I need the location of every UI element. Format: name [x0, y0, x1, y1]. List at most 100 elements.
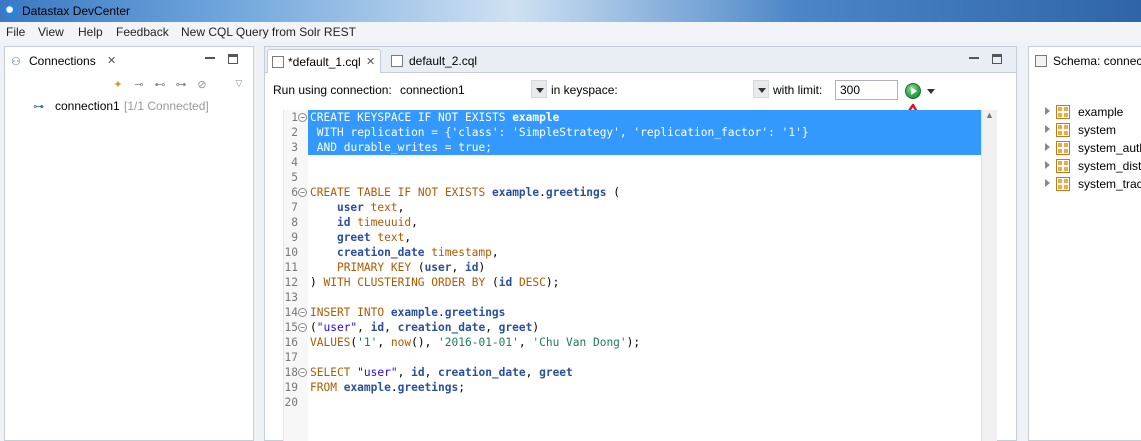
fold-toggle-icon[interactable]: − [298, 188, 307, 197]
code-line: 3 AND durable_writes = true; [284, 140, 984, 155]
line-number: 9 [291, 231, 298, 244]
minimize-icon[interactable] [969, 53, 979, 59]
run-using-connection-label: Run using connection: [273, 83, 392, 97]
code-text: CREATE KEYSPACE IF NOT EXISTS example [310, 111, 560, 124]
line-number: 16 [284, 336, 298, 349]
cql-editor[interactable]: ▲ 1− CREATE KEYSPACE IF NOT EXISTS exampl… [283, 110, 997, 441]
line-number: 11 [284, 261, 298, 274]
expand-chevron-right-icon[interactable] [1045, 125, 1050, 133]
code-line: 8 id timeuuid, [284, 215, 984, 230]
code-text: INSERT INTO example.greetings [310, 306, 506, 319]
keyspace-icon [1056, 105, 1070, 119]
keyspace-name: system_distr [1078, 159, 1141, 173]
line-number: 14 [284, 306, 298, 319]
schema-icon [1035, 55, 1047, 67]
expand-chevron-right-icon[interactable] [1045, 179, 1050, 187]
keyspace-icon [1056, 177, 1070, 191]
code-line: 7 user text, [284, 200, 984, 215]
line-number: 5 [291, 171, 298, 184]
code-line: 18− SELECT "user", id, creation_date, gre… [284, 365, 984, 380]
schema-view: Schema: connect example system system_auth… [1028, 46, 1141, 441]
code-line: 4 [284, 155, 984, 170]
code-line: 10 creation_date timestamp, [284, 245, 984, 260]
limit-input[interactable]: 300 [835, 80, 898, 100]
menu-feedback[interactable]: Feedback [116, 25, 169, 39]
code-text: PRIMARY KEY (user, id) [336, 261, 486, 274]
connection-status: [1/1 Connected] [124, 99, 209, 113]
disconnect-icon[interactable]: ⊷ [152, 78, 168, 92]
menu-file[interactable]: File [6, 25, 25, 39]
cql-file-icon [272, 56, 284, 68]
line-number: 17 [284, 351, 298, 364]
keyspace-icon [1056, 123, 1070, 137]
tab-default-2[interactable]: default_2.cql [389, 49, 489, 73]
keyspace-icon [1056, 141, 1070, 155]
line-number: 19 [284, 381, 298, 394]
scroll-up-arrow-icon[interactable]: ▲ [982, 110, 997, 124]
expand-chevron-right-icon[interactable] [1045, 107, 1050, 115]
fold-toggle-icon[interactable]: − [298, 113, 307, 122]
code-text: id timeuuid, [336, 216, 418, 229]
code-text: ) WITH CLUSTERING ORDER BY (id DESC); [310, 276, 560, 289]
code-text: WITH replication = {'class': 'SimpleStra… [316, 126, 809, 139]
cql-file-icon [391, 55, 403, 67]
fold-toggle-icon[interactable]: − [298, 368, 307, 377]
keyspace-dropdown-arrow-icon[interactable] [753, 80, 769, 98]
keyspace-name: system_auth [1078, 141, 1141, 155]
fold-toggle-icon[interactable]: − [298, 323, 307, 332]
menu-bar: File View Help Feedback New CQL Query fr… [0, 22, 1141, 42]
execute-menu-chevron-down-icon[interactable] [927, 89, 935, 94]
remove-connection-icon[interactable]: ⊶ [173, 78, 189, 92]
code-line: 5 [284, 170, 984, 185]
code-line: 9 greet text, [284, 230, 984, 245]
connections-view: ⚇ Connections ✕ ✦ ⊸ ⊷ ⊶ ⊘ ▽ ⊶ connection… [4, 46, 254, 441]
tab-default-1[interactable]: *default_1.cql ✕ [267, 49, 381, 73]
minimize-icon[interactable] [205, 53, 215, 59]
new-connection-icon[interactable]: ✦ [110, 78, 126, 92]
menu-new-cql-query-from-solr-rest[interactable]: New CQL Query from Solr REST [181, 25, 356, 39]
connection-icon: ⊶ [33, 101, 44, 113]
connections-icon: ⚇ [11, 56, 21, 68]
code-line: 19 FROM example.greetings; [284, 380, 984, 395]
connection-settings-icon[interactable]: ⊘ [194, 78, 210, 92]
keyspace-icon [1056, 159, 1070, 173]
connection-name: connection1 [55, 99, 120, 113]
expand-chevron-right-icon[interactable] [1045, 143, 1050, 151]
menu-view[interactable]: View [38, 25, 64, 39]
devcenter-logo-icon [4, 4, 18, 18]
code-text: FROM example.greetings; [310, 381, 465, 394]
code-line: 17 [284, 350, 984, 365]
line-number: 12 [284, 276, 298, 289]
tab-schema[interactable]: Schema: connect [1031, 49, 1141, 73]
fold-toggle-icon[interactable]: − [298, 308, 307, 317]
line-number: 3 [291, 141, 298, 154]
maximize-icon[interactable] [992, 54, 1002, 64]
line-number: 10 [284, 246, 298, 259]
code-line: 11 PRIMARY KEY (user, id) [284, 260, 984, 275]
schema-tabbar: Schema: connect [1029, 47, 1141, 73]
editor-tabbar: *default_1.cql ✕ default_2.cql [265, 47, 1016, 73]
connection-dropdown-arrow-icon[interactable] [531, 80, 547, 98]
code-line: 16 VALUES('1', now(), '2016-01-01', 'Chu … [284, 335, 984, 350]
connections-tabbar: ⚇ Connections ✕ [5, 47, 253, 73]
close-icon[interactable]: ✕ [107, 54, 116, 67]
editor-view: *default_1.cql ✕ default_2.cql Run using… [264, 46, 1017, 441]
expand-chevron-right-icon[interactable] [1045, 161, 1050, 169]
close-icon[interactable]: ✕ [366, 55, 375, 68]
maximize-icon[interactable] [228, 54, 238, 64]
line-number: 18 [284, 366, 298, 379]
line-number: 7 [291, 201, 298, 214]
line-number: 15 [284, 321, 298, 334]
code-line: 15− ("user", id, creation_date, greet) [284, 320, 984, 335]
code-text: AND durable_writes = true; [316, 141, 492, 154]
menu-help[interactable]: Help [78, 25, 103, 39]
code-text: user text, [336, 201, 405, 214]
line-number: 8 [291, 216, 298, 229]
keyspace-name: system_trac [1078, 177, 1141, 191]
edit-connection-icon[interactable]: ⊸ [131, 78, 147, 92]
tab-connections[interactable]: ⚇ Connections ✕ [7, 49, 127, 73]
connection-select[interactable]: connection1 [400, 83, 465, 97]
view-menu-chevron-down-icon[interactable]: ▽ [231, 76, 247, 90]
code-line: 13 [284, 290, 984, 305]
line-number: 13 [284, 291, 298, 304]
